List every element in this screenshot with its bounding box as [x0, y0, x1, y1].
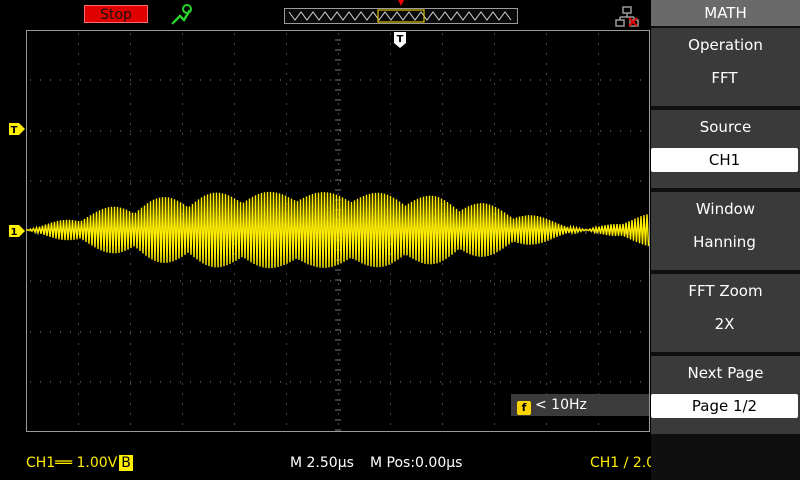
- ch1-scale-text: CH1══ 1.00V: [26, 455, 118, 471]
- menu-item-window[interactable]: Window ◀ Hanning: [651, 192, 800, 270]
- svg-text:T: T: [397, 34, 404, 45]
- menu-item-operation[interactable]: Operation ◀ FFT: [651, 28, 800, 106]
- ch1-vertical-scale: CH1══ 1.00V B: [26, 455, 133, 471]
- menu-title: MATH: [651, 0, 800, 26]
- main-position: M Pos:0.00µs: [370, 455, 463, 471]
- menu-item-label: Operation: [688, 36, 763, 54]
- ch1-waveform: [26, 191, 650, 269]
- math-menu: MATH Operation ◀ FFT Source CH1 Window ◀…: [651, 0, 800, 480]
- menu-item-label: Next Page: [687, 364, 764, 382]
- svg-text:T: T: [11, 125, 18, 136]
- svg-text:1: 1: [11, 227, 18, 238]
- frequency-value: < 10Hz: [535, 397, 587, 413]
- probe-icon: [171, 4, 192, 25]
- trigger-position-indicator: ▼: [398, 0, 405, 7]
- network-icon: [615, 6, 639, 27]
- menu-item-value: FFT: [651, 66, 798, 90]
- menu-item-value: CH1: [651, 148, 798, 172]
- time-base: M 2.50µs: [290, 455, 354, 471]
- bandwidth-limit-badge: B: [119, 455, 133, 471]
- trigger-level-marker[interactable]: T: [8, 122, 26, 136]
- menu-item-source[interactable]: Source CH1: [651, 110, 800, 188]
- channel1-ground-marker[interactable]: 1: [8, 224, 26, 238]
- run-stop-status[interactable]: Stop: [84, 5, 148, 23]
- memory-timebar: [284, 8, 518, 24]
- trigger-position-marker[interactable]: T: [393, 31, 407, 49]
- menu-item-label: Source: [699, 118, 752, 136]
- menu-item-label: Window: [695, 200, 756, 218]
- menu-item-fft-zoom[interactable]: FFT Zoom ◀ 2X: [651, 274, 800, 352]
- menu-item-value: 2X: [651, 312, 798, 336]
- menu-item-next-page[interactable]: Next Page Page 1/2: [651, 356, 800, 434]
- frequency-readout: f < 10Hz: [511, 394, 649, 416]
- menu-item-value: Hanning: [651, 230, 798, 254]
- menu-item-label: FFT Zoom: [688, 282, 763, 300]
- waveform-display[interactable]: [26, 30, 650, 432]
- menu-item-value: Page 1/2: [651, 394, 798, 418]
- frequency-icon: f: [517, 401, 531, 415]
